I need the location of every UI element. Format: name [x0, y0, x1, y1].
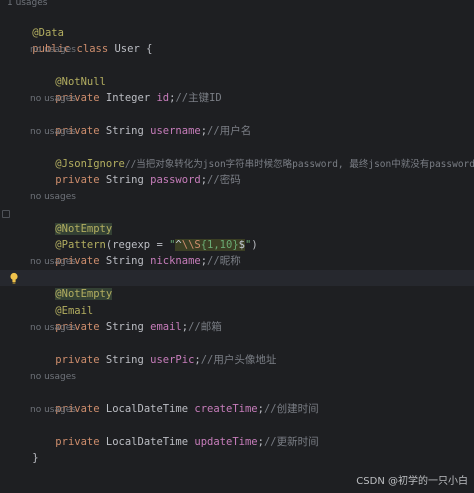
type: LocalDateTime: [99, 436, 195, 448]
type: LocalDateTime: [99, 403, 195, 415]
field-name: id: [156, 92, 170, 104]
field-name: username: [150, 125, 201, 137]
usages-hint[interactable]: no usages: [30, 92, 76, 106]
code-line[interactable]: private Integer id;//主键ID: [30, 74, 221, 104]
code-line[interactable]: @NotEmpty: [30, 270, 113, 300]
class-name: User {: [108, 43, 153, 55]
type: String: [99, 321, 151, 333]
code-line[interactable]: @Pattern(regexp = "^\\S{1,10}$"): [30, 221, 258, 251]
comment: //创建时间: [263, 403, 319, 415]
usages-hint[interactable]: no usages: [30, 321, 76, 335]
keyword: private: [55, 436, 100, 448]
usages-hint[interactable]: no usages: [30, 403, 76, 417]
field-name: nickname: [150, 255, 201, 267]
watermark: CSDN @初学的一只小白: [356, 476, 468, 487]
type: String: [99, 255, 151, 267]
usages-hint[interactable]: no usages: [30, 370, 76, 384]
code-line[interactable]: private String email;//邮箱: [30, 303, 221, 333]
type: String: [99, 125, 151, 137]
usages-hint[interactable]: no usages: [30, 125, 76, 139]
code-line[interactable]: public class User {: [7, 25, 152, 55]
code-line[interactable]: @NotNull: [30, 58, 106, 88]
code-line[interactable]: private LocalDateTime createTime;//创建时间: [30, 385, 318, 415]
field-name: email: [150, 321, 182, 333]
comment: //更新时间: [263, 436, 319, 448]
usages-hint[interactable]: no usages: [30, 255, 76, 269]
comment: //邮箱: [188, 321, 222, 333]
usages-hint[interactable]: no usages: [30, 190, 76, 204]
closing-brace: }: [32, 452, 39, 464]
code-line[interactable]: @Email: [30, 287, 93, 317]
code-line[interactable]: @JsonIgnore//当把对象转化为json字符串时候忽略password,…: [30, 140, 474, 170]
code-line[interactable]: private String password;//密码: [30, 156, 240, 186]
comment: //昵称: [207, 255, 241, 267]
comment: //用户名: [207, 125, 252, 137]
code-line[interactable]: private String username;//用户名: [30, 107, 251, 137]
code-line[interactable]: private LocalDateTime updateTime;//更新时间: [30, 418, 318, 448]
code-editor[interactable]: 1 usages @Data public class User { no us…: [0, 0, 474, 493]
comment: //密码: [207, 174, 241, 186]
type: Integer: [99, 92, 157, 104]
field-name: userPic: [150, 354, 195, 366]
field-name: password: [150, 174, 201, 186]
type: String: [99, 174, 151, 186]
code-line[interactable]: @Data: [7, 9, 64, 39]
punctuation: ): [251, 239, 258, 251]
comment: //用户头像地址: [200, 354, 277, 366]
code-line[interactable]: private String userPic;//用户头像地址: [30, 336, 276, 366]
usages-hint[interactable]: no usages: [30, 43, 76, 57]
code-line[interactable]: private String nickname;//昵称: [30, 237, 240, 267]
field-name: createTime: [194, 403, 258, 415]
type: String: [99, 354, 151, 366]
code-line[interactable]: @NotEmpty: [30, 205, 113, 235]
fold-marker-icon[interactable]: [2, 210, 10, 218]
field-name: updateTime: [194, 436, 258, 448]
keyword: private: [55, 354, 100, 366]
code-line[interactable]: }: [7, 434, 38, 464]
comment: //主键ID: [175, 92, 222, 104]
lightbulb-icon[interactable]: [9, 272, 19, 284]
keyword: private: [55, 174, 100, 186]
